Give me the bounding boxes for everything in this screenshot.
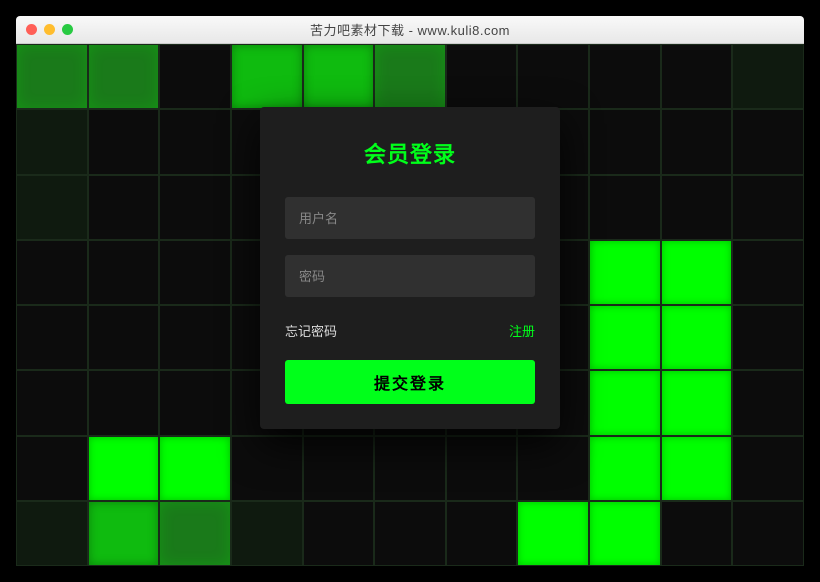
grid-cell	[88, 305, 160, 370]
grid-cell	[303, 44, 375, 109]
grid-cell	[88, 175, 160, 240]
grid-cell	[16, 370, 88, 435]
login-title: 会员登录	[285, 137, 535, 169]
grid-cell	[303, 436, 375, 501]
grid-cell	[732, 501, 804, 566]
grid-cell	[589, 240, 661, 305]
grid-cell	[517, 44, 589, 109]
grid-cell	[374, 501, 446, 566]
login-card: 会员登录 忘记密码 注册 提交登录	[260, 107, 560, 429]
grid-cell	[88, 44, 160, 109]
grid-cell	[159, 175, 231, 240]
grid-cell	[374, 44, 446, 109]
grid-cell	[159, 109, 231, 174]
viewport: 会员登录 忘记密码 注册 提交登录	[16, 44, 804, 566]
grid-cell	[88, 370, 160, 435]
grid-cell	[732, 436, 804, 501]
grid-cell	[589, 44, 661, 109]
grid-cell	[159, 501, 231, 566]
close-icon[interactable]	[26, 24, 37, 35]
grid-cell	[88, 240, 160, 305]
grid-cell	[732, 175, 804, 240]
grid-cell	[231, 436, 303, 501]
grid-cell	[16, 175, 88, 240]
password-input[interactable]	[285, 255, 535, 297]
grid-cell	[661, 240, 733, 305]
grid-cell	[446, 436, 518, 501]
grid-cell	[732, 305, 804, 370]
title-bar: 苦力吧素材下载 - www.kuli8.com	[16, 16, 804, 44]
grid-cell	[446, 44, 518, 109]
grid-cell	[661, 44, 733, 109]
grid-cell	[661, 109, 733, 174]
grid-cell	[661, 305, 733, 370]
grid-cell	[517, 501, 589, 566]
grid-cell	[732, 44, 804, 109]
username-input[interactable]	[285, 197, 535, 239]
links-row: 忘记密码 注册	[285, 321, 535, 340]
grid-cell	[589, 109, 661, 174]
grid-cell	[589, 175, 661, 240]
grid-cell	[517, 436, 589, 501]
grid-cell	[88, 501, 160, 566]
grid-cell	[159, 436, 231, 501]
window-controls	[26, 24, 73, 35]
grid-cell	[446, 501, 518, 566]
grid-cell	[231, 501, 303, 566]
grid-cell	[732, 370, 804, 435]
grid-cell	[16, 436, 88, 501]
window-title: 苦力吧素材下载 - www.kuli8.com	[16, 20, 804, 39]
grid-cell	[303, 501, 375, 566]
maximize-icon[interactable]	[62, 24, 73, 35]
register-link[interactable]: 注册	[509, 321, 535, 340]
grid-cell	[661, 501, 733, 566]
grid-cell	[159, 240, 231, 305]
grid-cell	[231, 44, 303, 109]
grid-cell	[661, 436, 733, 501]
grid-cell	[661, 175, 733, 240]
grid-cell	[589, 370, 661, 435]
grid-cell	[16, 501, 88, 566]
grid-cell	[589, 436, 661, 501]
grid-cell	[16, 44, 88, 109]
grid-cell	[159, 305, 231, 370]
minimize-icon[interactable]	[44, 24, 55, 35]
grid-cell	[88, 436, 160, 501]
grid-cell	[374, 436, 446, 501]
submit-button[interactable]: 提交登录	[285, 360, 535, 404]
grid-cell	[732, 240, 804, 305]
grid-cell	[589, 501, 661, 566]
grid-cell	[589, 305, 661, 370]
grid-cell	[661, 370, 733, 435]
browser-window: 苦力吧素材下载 - www.kuli8.com 会员登录 忘记密码 注册 提交登…	[16, 16, 804, 566]
grid-cell	[88, 109, 160, 174]
grid-cell	[159, 370, 231, 435]
grid-cell	[16, 240, 88, 305]
grid-cell	[732, 109, 804, 174]
grid-cell	[16, 305, 88, 370]
forgot-password-link[interactable]: 忘记密码	[285, 321, 337, 340]
grid-cell	[16, 109, 88, 174]
grid-cell	[159, 44, 231, 109]
